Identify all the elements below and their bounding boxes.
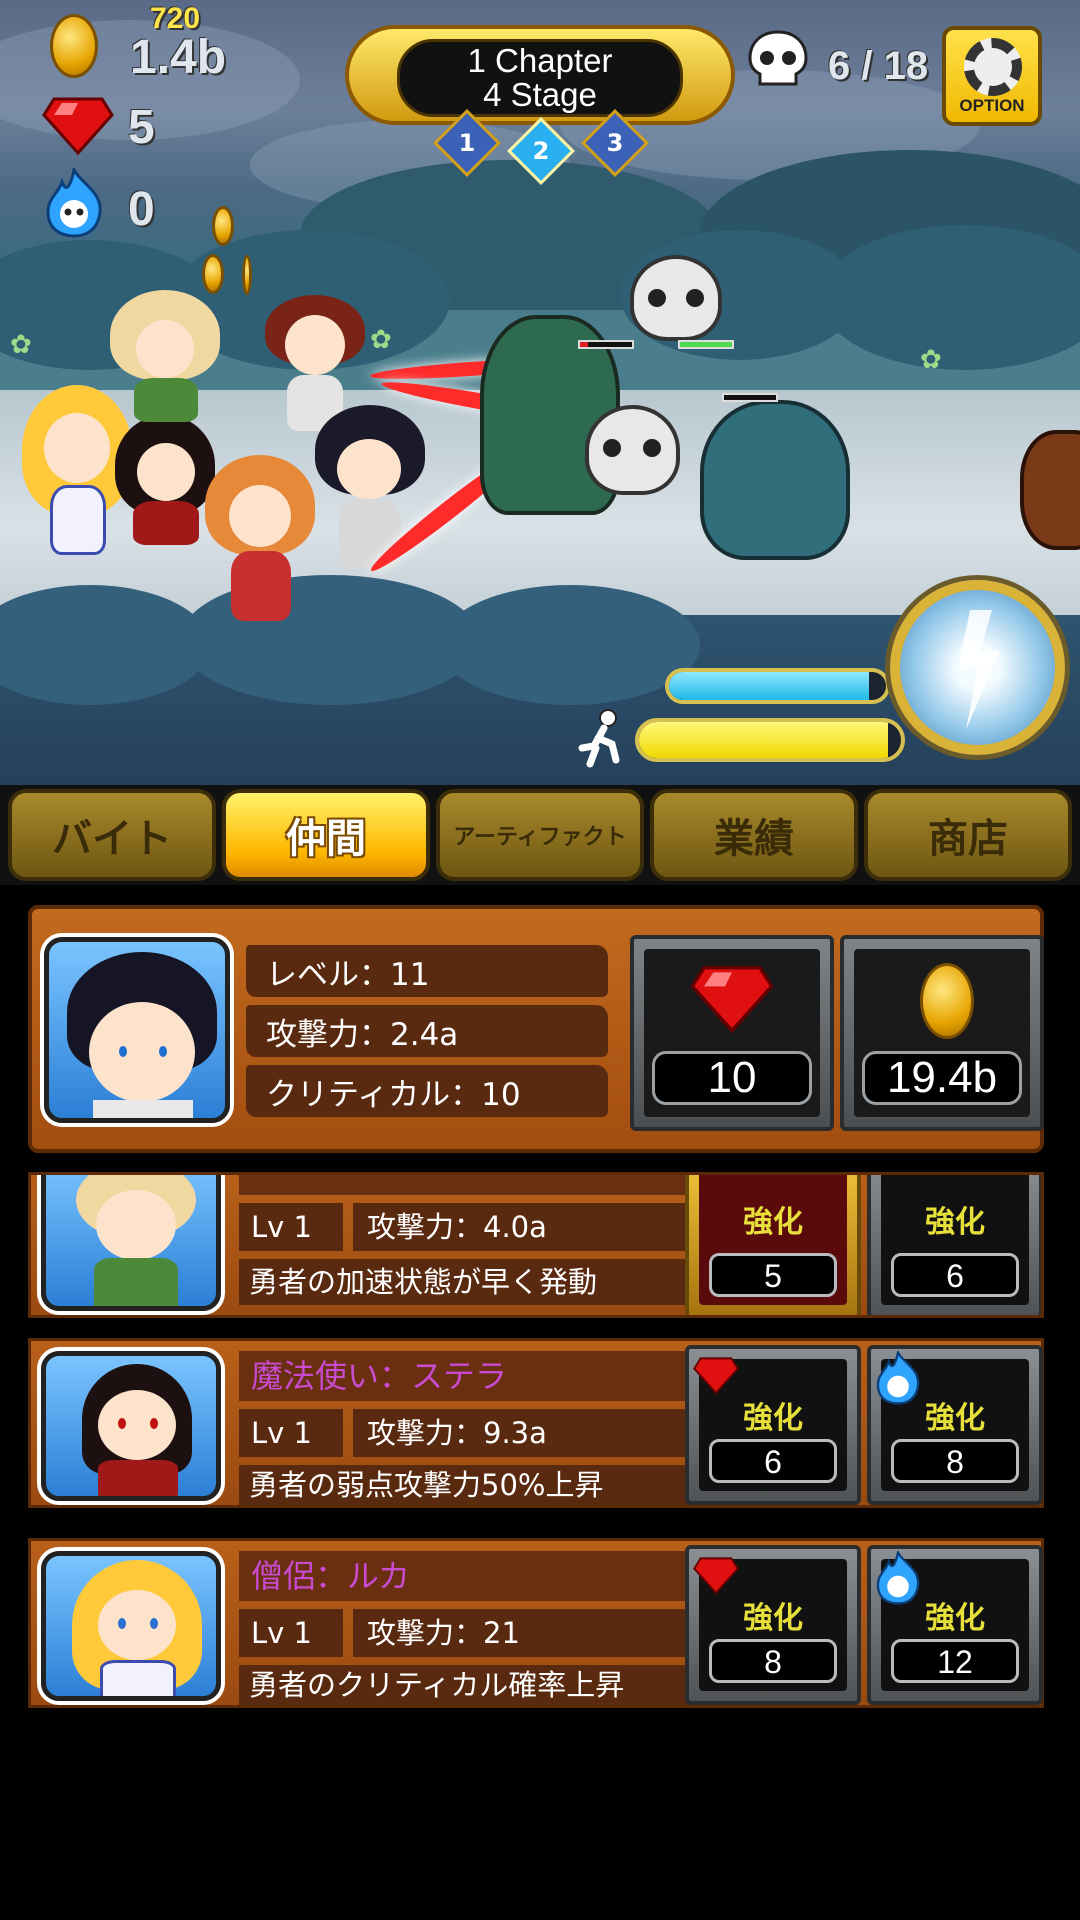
enemy-hp-bar — [578, 340, 634, 349]
enemy-troll — [700, 400, 850, 560]
hero-portrait — [44, 937, 230, 1123]
gem-upgrade-button[interactable]: 10 — [630, 935, 834, 1131]
gem-upgrade-button[interactable]: 強化 8 — [685, 1545, 861, 1705]
enemy-skeleton-archer — [630, 255, 722, 341]
companion-level: Lv 1 — [239, 1409, 343, 1457]
companion-portrait-stella — [41, 1351, 221, 1501]
hero-detail-panel: レベル：11 攻撃力：2.4a クリティカル：10 10 19.4b — [28, 905, 1044, 1153]
kill-counter: 6 / 18 — [828, 44, 929, 88]
hero-cleric — [205, 455, 315, 625]
companion-description: 勇者のクリティカル確率上昇 — [239, 1665, 699, 1705]
companion-name: 僧侶：ルカ — [239, 1551, 699, 1601]
gold-coin-icon — [920, 963, 974, 1039]
upgrade-label: 強化 — [925, 1601, 985, 1636]
tab-part-time[interactable]: バイト — [8, 789, 216, 881]
option-button[interactable]: OPTION — [942, 26, 1042, 126]
skill-gauge-bar — [665, 668, 890, 704]
companion-attack: 攻撃力：4.0a — [353, 1203, 699, 1251]
companion-attack: 攻撃力：21 — [353, 1609, 699, 1657]
gold-coin-icon — [50, 14, 98, 78]
gem-cost: 5 — [709, 1253, 837, 1297]
soul-cost: 6 — [891, 1253, 1019, 1297]
companion-name: 魔法使い：ステラ — [239, 1351, 699, 1401]
gem-cost: 8 — [709, 1639, 837, 1683]
hero-attack-text: 攻撃力：2.4a — [246, 1005, 608, 1057]
ruby-gem-icon — [42, 97, 114, 155]
chapter-label: 1 Chapter — [467, 42, 613, 79]
skull-icon — [748, 30, 808, 86]
soul-cost: 8 — [891, 1439, 1019, 1483]
lightning-icon — [958, 610, 1000, 730]
companion-row-luka: 僧侶：ルカ Lv 1 攻撃力：21 勇者のクリティカル確率上昇 強化 8 強化 … — [28, 1538, 1044, 1708]
enemy-orc — [1020, 430, 1080, 550]
upgrade-label: 強化 — [925, 1401, 985, 1436]
ruby-gem-icon — [693, 1557, 739, 1595]
ruby-gem-icon — [690, 965, 774, 1033]
tab-bar: バイト 仲間 アーティファクト 業績 商店 — [0, 785, 1080, 885]
gem-upgrade-button[interactable]: 強化 6 — [685, 1345, 861, 1505]
companion-description: 勇者の弱点攻撃力50%上昇 — [239, 1465, 699, 1505]
companion-name — [239, 1175, 699, 1195]
stage-indicator: 1 Chapter 4 Stage 1 2 3 — [345, 15, 735, 185]
companion-description: 勇者の加速状態が早く発動 — [239, 1259, 699, 1305]
companion-level: Lv 1 — [239, 1609, 343, 1657]
hero-mage-stella — [115, 415, 215, 545]
companion-row-stella: 魔法使い：ステラ Lv 1 攻撃力：9.3a 勇者の弱点攻撃力50%上昇 強化 … — [28, 1338, 1044, 1508]
flower-decoration: ✿ — [370, 325, 392, 355]
companion-row-archer: Lv 1 攻撃力：4.0a 勇者の加速状態が早く発動 強化 5 強化 6 — [28, 1172, 1044, 1318]
upgrade-label: 強化 — [743, 1205, 803, 1240]
gem-amount: 5 — [128, 101, 155, 154]
coin-drop — [242, 255, 252, 295]
option-label: OPTION — [959, 96, 1025, 115]
tab-companions[interactable]: 仲間 — [222, 789, 430, 881]
tab-artifacts[interactable]: アーティファクト — [436, 789, 644, 881]
gem-upgrade-button[interactable]: 強化 5 — [685, 1175, 861, 1315]
tab-shop[interactable]: 商店 — [864, 789, 1072, 881]
companion-portrait-archer — [41, 1175, 221, 1311]
gold-cost: 19.4b — [862, 1051, 1022, 1105]
upgrade-label: 強化 — [743, 1401, 803, 1436]
companion-attack: 攻撃力：9.3a — [353, 1409, 699, 1457]
enemy-skeleton-warrior — [585, 405, 680, 495]
companion-level: Lv 1 — [239, 1203, 343, 1251]
battle-scene: ✿ ✿ ✿ 720 1.4b 5 0 1 Chapter 4 Stage 1 2… — [0, 0, 1080, 785]
hero-critical-text: クリティカル：10 — [246, 1065, 608, 1117]
soul-amount: 0 — [128, 183, 155, 236]
tab-achievements[interactable]: 業績 — [650, 789, 858, 881]
stage-label: 4 Stage — [483, 76, 597, 113]
soul-upgrade-button[interactable]: 強化 12 — [867, 1545, 1043, 1705]
run-gauge-bar — [635, 718, 905, 762]
coin-drop — [202, 254, 224, 294]
soul-upgrade-button[interactable]: 強化 8 — [867, 1345, 1043, 1505]
ruby-gem-icon — [693, 1357, 739, 1395]
flower-decoration: ✿ — [10, 330, 32, 360]
running-man-icon — [578, 709, 620, 768]
gold-upgrade-button[interactable]: 19.4b — [840, 935, 1044, 1131]
enemy-hp-bar — [722, 393, 778, 402]
gem-cost: 10 — [652, 1051, 812, 1105]
gem-cost: 6 — [709, 1439, 837, 1483]
hero-archer — [110, 290, 220, 422]
companion-portrait-luka — [41, 1551, 221, 1701]
bush — [820, 225, 1080, 370]
gold-amount: 1.4b — [130, 31, 227, 84]
skill-button[interactable] — [890, 580, 1065, 755]
hero-level-text: レベル：11 — [246, 945, 608, 997]
enemy-hp-bar — [678, 340, 734, 349]
upgrade-label: 強化 — [925, 1205, 985, 1240]
soul-upgrade-button[interactable]: 強化 6 — [867, 1175, 1041, 1315]
soul-cost: 12 — [891, 1639, 1019, 1683]
coin-drop — [212, 206, 234, 246]
gear-icon — [964, 38, 1022, 96]
upgrade-label: 強化 — [743, 1601, 803, 1636]
blue-soul-flame-icon — [46, 168, 102, 238]
flower-decoration: ✿ — [920, 345, 942, 375]
